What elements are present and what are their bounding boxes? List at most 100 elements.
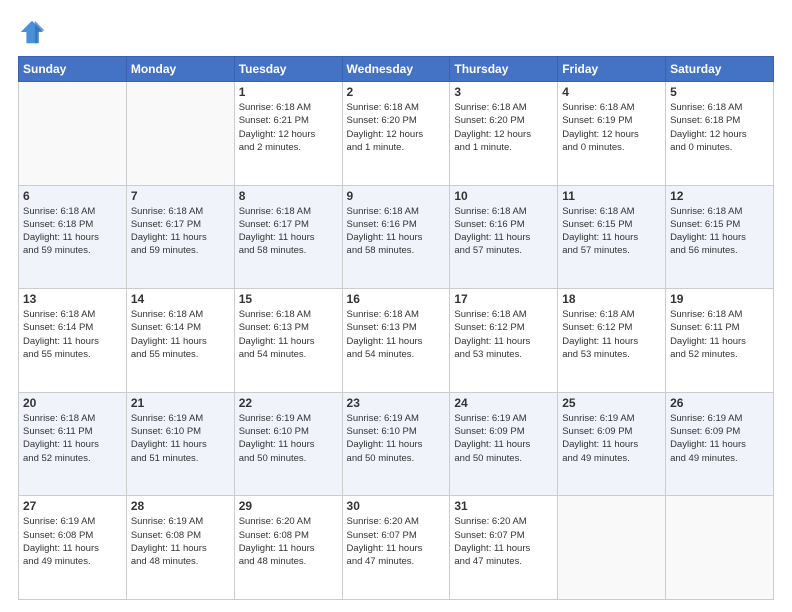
calendar-cell	[558, 496, 666, 600]
day-info: Sunrise: 6:20 AM Sunset: 6:07 PM Dayligh…	[347, 515, 446, 568]
day-info: Sunrise: 6:18 AM Sunset: 6:19 PM Dayligh…	[562, 101, 661, 154]
day-info: Sunrise: 6:18 AM Sunset: 6:17 PM Dayligh…	[131, 205, 230, 258]
day-info: Sunrise: 6:19 AM Sunset: 6:08 PM Dayligh…	[131, 515, 230, 568]
day-number: 3	[454, 85, 553, 99]
calendar-cell	[19, 82, 127, 186]
calendar-cell	[666, 496, 774, 600]
day-info: Sunrise: 6:18 AM Sunset: 6:17 PM Dayligh…	[239, 205, 338, 258]
day-info: Sunrise: 6:18 AM Sunset: 6:20 PM Dayligh…	[347, 101, 446, 154]
day-info: Sunrise: 6:18 AM Sunset: 6:16 PM Dayligh…	[347, 205, 446, 258]
day-info: Sunrise: 6:18 AM Sunset: 6:15 PM Dayligh…	[670, 205, 769, 258]
day-number: 13	[23, 292, 122, 306]
day-info: Sunrise: 6:18 AM Sunset: 6:14 PM Dayligh…	[23, 308, 122, 361]
day-number: 19	[670, 292, 769, 306]
day-info: Sunrise: 6:19 AM Sunset: 6:08 PM Dayligh…	[23, 515, 122, 568]
col-header-wednesday: Wednesday	[342, 57, 450, 82]
day-number: 10	[454, 189, 553, 203]
day-info: Sunrise: 6:18 AM Sunset: 6:20 PM Dayligh…	[454, 101, 553, 154]
day-info: Sunrise: 6:18 AM Sunset: 6:13 PM Dayligh…	[239, 308, 338, 361]
calendar-cell: 24 Sunrise: 6:19 AM Sunset: 6:09 PM Dayli…	[450, 392, 558, 496]
day-number: 24	[454, 396, 553, 410]
col-header-saturday: Saturday	[666, 57, 774, 82]
calendar-cell: 20Sunrise: 6:18 AM Sunset: 6:11 PM Dayli…	[19, 392, 127, 496]
day-number: 14	[131, 292, 230, 306]
day-info: Sunrise: 6:19 AM Sunset: 6:09 PM Dayligh…	[670, 412, 769, 465]
col-header-sunday: Sunday	[19, 57, 127, 82]
day-number: 12	[670, 189, 769, 203]
calendar-cell: 2 Sunrise: 6:18 AM Sunset: 6:20 PM Daylig…	[342, 82, 450, 186]
day-number: 9	[347, 189, 446, 203]
calendar-cell: 26Sunrise: 6:19 AM Sunset: 6:09 PM Dayli…	[666, 392, 774, 496]
calendar-cell: 10 Sunrise: 6:18 AM Sunset: 6:16 PM Dayli…	[450, 185, 558, 289]
day-number: 15	[239, 292, 338, 306]
day-number: 31	[454, 499, 553, 513]
col-header-friday: Friday	[558, 57, 666, 82]
day-number: 23	[347, 396, 446, 410]
calendar-week-5: 27Sunrise: 6:19 AM Sunset: 6:08 PM Dayli…	[19, 496, 774, 600]
day-info: Sunrise: 6:18 AM Sunset: 6:13 PM Dayligh…	[347, 308, 446, 361]
calendar-cell: 18Sunrise: 6:18 AM Sunset: 6:12 PM Dayli…	[558, 289, 666, 393]
calendar-cell: 25 Sunrise: 6:19 AM Sunset: 6:09 PM Dayli…	[558, 392, 666, 496]
day-number: 30	[347, 499, 446, 513]
logo-icon	[18, 18, 46, 46]
day-info: Sunrise: 6:18 AM Sunset: 6:18 PM Dayligh…	[670, 101, 769, 154]
calendar-cell: 12 Sunrise: 6:18 AM Sunset: 6:15 PM Dayli…	[666, 185, 774, 289]
day-number: 6	[23, 189, 122, 203]
logo	[18, 18, 50, 46]
day-number: 17	[454, 292, 553, 306]
day-info: Sunrise: 6:18 AM Sunset: 6:11 PM Dayligh…	[670, 308, 769, 361]
calendar-week-3: 13 Sunrise: 6:18 AM Sunset: 6:14 PM Dayli…	[19, 289, 774, 393]
calendar-table: SundayMondayTuesdayWednesdayThursdayFrid…	[18, 56, 774, 600]
day-info: Sunrise: 6:18 AM Sunset: 6:15 PM Dayligh…	[562, 205, 661, 258]
col-header-monday: Monday	[126, 57, 234, 82]
day-info: Sunrise: 6:19 AM Sunset: 6:10 PM Dayligh…	[131, 412, 230, 465]
day-info: Sunrise: 6:20 AM Sunset: 6:08 PM Dayligh…	[239, 515, 338, 568]
day-number: 25	[562, 396, 661, 410]
day-number: 29	[239, 499, 338, 513]
calendar-cell: 31 Sunrise: 6:20 AM Sunset: 6:07 PM Dayli…	[450, 496, 558, 600]
day-info: Sunrise: 6:20 AM Sunset: 6:07 PM Dayligh…	[454, 515, 553, 568]
calendar-week-1: 1 Sunrise: 6:18 AM Sunset: 6:21 PM Daylig…	[19, 82, 774, 186]
calendar-cell: 13 Sunrise: 6:18 AM Sunset: 6:14 PM Dayli…	[19, 289, 127, 393]
day-info: Sunrise: 6:19 AM Sunset: 6:10 PM Dayligh…	[239, 412, 338, 465]
day-number: 11	[562, 189, 661, 203]
calendar-cell: 21 Sunrise: 6:19 AM Sunset: 6:10 PM Dayli…	[126, 392, 234, 496]
calendar-header-row: SundayMondayTuesdayWednesdayThursdayFrid…	[19, 57, 774, 82]
calendar-cell: 23 Sunrise: 6:19 AM Sunset: 6:10 PM Dayli…	[342, 392, 450, 496]
day-info: Sunrise: 6:19 AM Sunset: 6:09 PM Dayligh…	[454, 412, 553, 465]
day-number: 16	[347, 292, 446, 306]
day-number: 7	[131, 189, 230, 203]
calendar-cell: 8 Sunrise: 6:18 AM Sunset: 6:17 PM Daylig…	[234, 185, 342, 289]
day-number: 4	[562, 85, 661, 99]
calendar-cell: 22 Sunrise: 6:19 AM Sunset: 6:10 PM Dayli…	[234, 392, 342, 496]
day-info: Sunrise: 6:19 AM Sunset: 6:09 PM Dayligh…	[562, 412, 661, 465]
day-number: 8	[239, 189, 338, 203]
calendar-cell: 16 Sunrise: 6:18 AM Sunset: 6:13 PM Dayli…	[342, 289, 450, 393]
calendar-week-2: 6 Sunrise: 6:18 AM Sunset: 6:18 PM Daylig…	[19, 185, 774, 289]
day-number: 22	[239, 396, 338, 410]
day-number: 18	[562, 292, 661, 306]
calendar-cell: 19 Sunrise: 6:18 AM Sunset: 6:11 PM Dayli…	[666, 289, 774, 393]
day-info: Sunrise: 6:18 AM Sunset: 6:11 PM Dayligh…	[23, 412, 122, 465]
col-header-thursday: Thursday	[450, 57, 558, 82]
day-number: 21	[131, 396, 230, 410]
day-number: 1	[239, 85, 338, 99]
calendar-cell: 15 Sunrise: 6:18 AM Sunset: 6:13 PM Dayli…	[234, 289, 342, 393]
day-info: Sunrise: 6:18 AM Sunset: 6:21 PM Dayligh…	[239, 101, 338, 154]
day-info: Sunrise: 6:18 AM Sunset: 6:16 PM Dayligh…	[454, 205, 553, 258]
header	[18, 18, 774, 46]
calendar-cell: 11 Sunrise: 6:18 AM Sunset: 6:15 PM Dayli…	[558, 185, 666, 289]
calendar-cell: 27Sunrise: 6:19 AM Sunset: 6:08 PM Dayli…	[19, 496, 127, 600]
page: SundayMondayTuesdayWednesdayThursdayFrid…	[0, 0, 792, 612]
day-number: 2	[347, 85, 446, 99]
day-info: Sunrise: 6:18 AM Sunset: 6:12 PM Dayligh…	[454, 308, 553, 361]
calendar-cell	[126, 82, 234, 186]
calendar-cell: 17 Sunrise: 6:18 AM Sunset: 6:12 PM Dayli…	[450, 289, 558, 393]
calendar-cell: 1 Sunrise: 6:18 AM Sunset: 6:21 PM Daylig…	[234, 82, 342, 186]
day-info: Sunrise: 6:19 AM Sunset: 6:10 PM Dayligh…	[347, 412, 446, 465]
day-info: Sunrise: 6:18 AM Sunset: 6:14 PM Dayligh…	[131, 308, 230, 361]
day-number: 5	[670, 85, 769, 99]
calendar-cell: 29 Sunrise: 6:20 AM Sunset: 6:08 PM Dayli…	[234, 496, 342, 600]
day-info: Sunrise: 6:18 AM Sunset: 6:18 PM Dayligh…	[23, 205, 122, 258]
calendar-cell: 9 Sunrise: 6:18 AM Sunset: 6:16 PM Daylig…	[342, 185, 450, 289]
